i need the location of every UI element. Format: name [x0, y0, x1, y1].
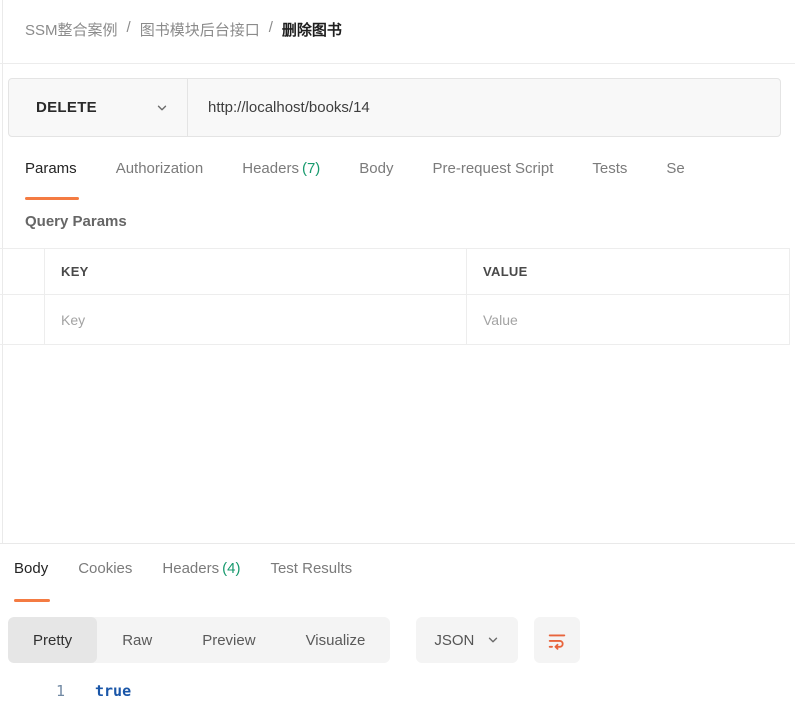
tab-params[interactable]: Params	[25, 160, 79, 200]
response-tab-headers-label: Headers	[162, 560, 220, 577]
breadcrumb-folder[interactable]: 图书模块后台接口	[140, 19, 260, 40]
tab-pre-request-script-label: Pre-request Script	[432, 160, 554, 177]
tab-params-label: Params	[25, 160, 77, 177]
response-tab-cookies[interactable]: Cookies	[78, 560, 132, 602]
tab-pre-request-script[interactable]: Pre-request Script	[433, 160, 554, 200]
request-url-bar: DELETE	[8, 78, 781, 137]
table-header-row: KEY VALUE	[0, 248, 790, 295]
response-body-value: true	[95, 682, 132, 700]
request-tabs: Params Authorization Headers (7) Body Pre…	[25, 160, 795, 200]
method-label: DELETE	[36, 99, 97, 116]
breadcrumb-separator: /	[268, 19, 273, 36]
breadcrumb-request-name[interactable]: 删除图书	[282, 19, 342, 40]
response-format-dropdown[interactable]: JSON	[416, 617, 519, 663]
query-params-title: Query Params	[25, 213, 127, 230]
view-mode-preview[interactable]: Preview	[177, 617, 280, 663]
headers-count-badge: (7)	[301, 160, 321, 177]
breadcrumb: SSM整合案例 / 图书模块后台接口 / 删除图书	[25, 19, 342, 40]
line-number: 1	[55, 682, 65, 700]
response-tab-body-label: Body	[14, 560, 49, 577]
row-select-cell	[0, 295, 45, 344]
tab-authorization[interactable]: Authorization	[116, 160, 204, 200]
method-dropdown[interactable]: DELETE	[9, 79, 187, 136]
response-headers-count-badge: (4)	[222, 560, 241, 577]
tab-settings-clipped[interactable]: Se	[666, 160, 684, 200]
tab-body[interactable]: Body	[359, 160, 393, 200]
chevron-down-icon	[489, 637, 498, 643]
tab-settings-label: Se	[666, 160, 685, 177]
response-tab-test-results-label: Test Results	[270, 560, 353, 577]
response-toolbar: Pretty Raw Preview Visualize JSON	[8, 617, 581, 663]
tab-tests[interactable]: Tests	[592, 160, 627, 200]
tab-headers-label: Headers	[242, 160, 299, 177]
view-mode-switcher: Pretty Raw Preview Visualize	[8, 617, 391, 663]
response-tab-headers[interactable]: Headers (4)	[162, 560, 240, 602]
query-params-table: KEY VALUE	[0, 248, 790, 345]
row-select-cell	[0, 249, 45, 294]
breadcrumb-collection[interactable]: SSM整合案例	[25, 19, 118, 40]
header-divider	[0, 63, 795, 64]
tab-headers[interactable]: Headers (7)	[242, 160, 320, 200]
param-key-input[interactable]	[61, 311, 446, 328]
response-tab-test-results[interactable]: Test Results	[270, 560, 352, 602]
tab-tests-label: Tests	[592, 160, 628, 177]
response-body-line: 1 true	[0, 682, 131, 700]
table-row	[0, 295, 790, 345]
view-mode-visualize[interactable]: Visualize	[281, 617, 391, 663]
url-input[interactable]	[188, 79, 780, 136]
value-column-header: VALUE	[483, 264, 528, 279]
param-value-input[interactable]	[483, 311, 774, 328]
view-mode-pretty[interactable]: Pretty	[8, 617, 98, 663]
view-mode-raw[interactable]: Raw	[97, 617, 177, 663]
response-tab-body[interactable]: Body	[14, 560, 51, 602]
tab-authorization-label: Authorization	[115, 160, 204, 177]
response-section-divider	[0, 543, 795, 544]
wrap-text-button[interactable]	[534, 617, 581, 663]
response-tab-cookies-label: Cookies	[78, 560, 133, 577]
breadcrumb-separator: /	[126, 19, 131, 36]
response-format-label: JSON	[434, 631, 475, 649]
key-column-header: KEY	[61, 264, 89, 279]
wrap-text-icon	[549, 634, 566, 650]
chevron-down-icon	[157, 105, 167, 110]
response-tabs: Body Cookies Headers (4) Test Results	[14, 560, 352, 602]
tab-body-label: Body	[359, 160, 394, 177]
